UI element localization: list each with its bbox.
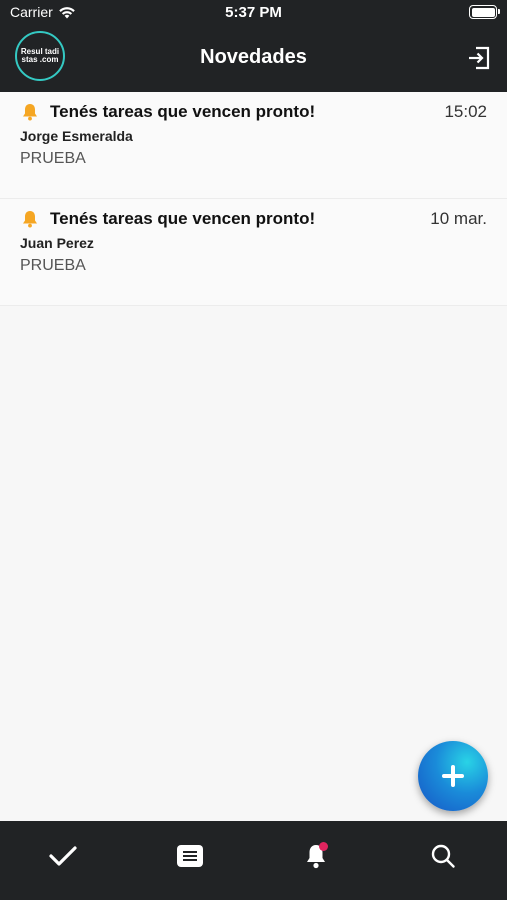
notification-body: PRUEBA bbox=[20, 150, 86, 167]
tab-search[interactable] bbox=[380, 821, 506, 891]
add-button[interactable] bbox=[418, 741, 488, 811]
notification-title: Tenés tareas que vencen pronto! bbox=[50, 102, 316, 121]
tab-messages[interactable] bbox=[127, 821, 253, 891]
logout-icon[interactable] bbox=[466, 45, 492, 71]
tab-notifications[interactable] bbox=[253, 821, 379, 891]
notification-time: 15:02 bbox=[444, 102, 487, 121]
tab-tasks[interactable] bbox=[0, 821, 126, 891]
notification-time: 10 mar. bbox=[430, 209, 487, 228]
bell-icon bbox=[23, 104, 37, 121]
notification-item[interactable]: Tenés tareas que vencen pronto! 10 mar. … bbox=[0, 199, 507, 306]
navigation-bar: Resul tadistas .com Novedades bbox=[0, 26, 507, 92]
search-icon bbox=[431, 844, 455, 868]
plus-icon bbox=[442, 765, 464, 787]
status-bar: Carrier 5:37 PM bbox=[0, 0, 507, 26]
notification-item[interactable]: Tenés tareas que vencen pronto! 15:02 Jo… bbox=[0, 92, 507, 199]
status-time: 5:37 PM bbox=[225, 4, 282, 21]
notification-author: Jorge Esmeralda bbox=[20, 128, 133, 144]
notification-list: Tenés tareas que vencen pronto! 15:02 Jo… bbox=[0, 92, 507, 306]
bell-icon bbox=[23, 211, 37, 228]
battery-icon bbox=[469, 5, 500, 19]
notification-body: PRUEBA bbox=[20, 257, 86, 274]
check-icon bbox=[49, 846, 77, 866]
page-title: Novedades bbox=[200, 46, 307, 68]
notification-title: Tenés tareas que vencen pronto! bbox=[50, 209, 316, 228]
tab-bar bbox=[0, 821, 507, 900]
notification-dot bbox=[319, 842, 328, 851]
list-icon bbox=[177, 845, 203, 867]
notification-author: Juan Perez bbox=[20, 235, 94, 251]
